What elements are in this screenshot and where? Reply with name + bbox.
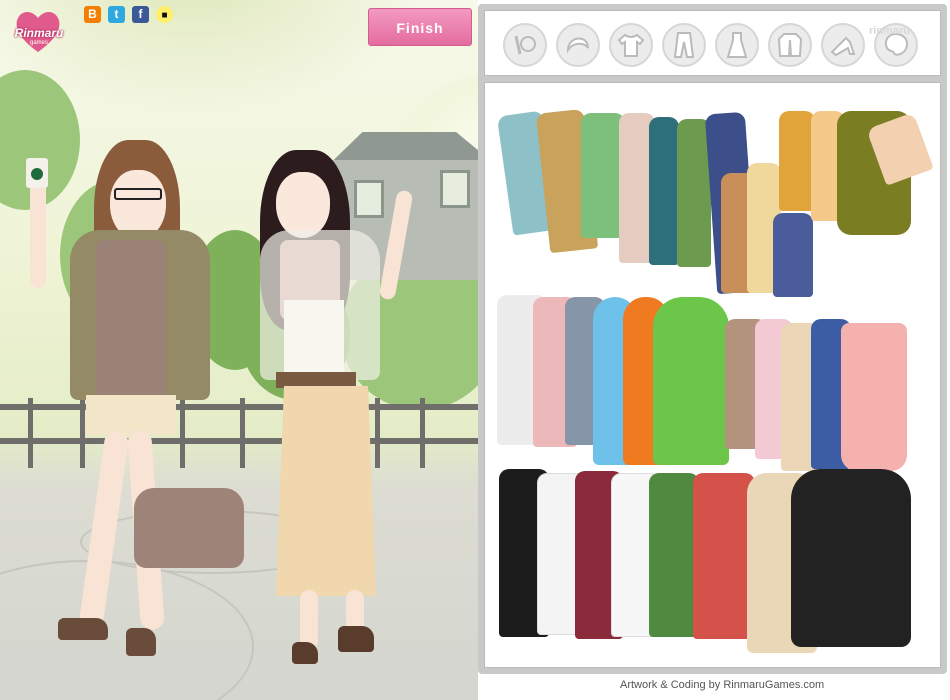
top-item-amber[interactable]: [779, 111, 815, 211]
stop-icon[interactable]: ■: [156, 6, 173, 23]
shorts-cream: [86, 395, 176, 435]
shoe: [58, 618, 108, 640]
tank-item-salmon[interactable]: [841, 323, 907, 471]
tab-jackets[interactable]: [768, 23, 812, 67]
shirt-item-green-ruffle[interactable]: [649, 473, 699, 637]
shoe: [126, 628, 156, 656]
shirt-item-black-lace[interactable]: [791, 469, 911, 647]
sandal: [338, 626, 374, 652]
glasses: [114, 188, 162, 200]
house-window: [440, 170, 470, 208]
arm: [378, 189, 414, 301]
category-toolbar: rinmaru: [484, 10, 941, 76]
wardrobe-panel: rinmaru: [478, 4, 947, 674]
logo-text: Rinmaru: [14, 26, 64, 40]
face: [276, 172, 330, 238]
credit-text: Artwork & Coding by RinmaruGames.com: [620, 679, 825, 691]
tshirt-icon: [617, 33, 645, 57]
high-heel-icon: [830, 36, 856, 57]
belt: [276, 372, 356, 388]
sandal: [292, 642, 318, 664]
handbag: [134, 488, 244, 568]
dressup-scene: Rinmaru games B t f ■ Finish: [0, 0, 478, 700]
model-right: [240, 150, 440, 670]
stop-glyph: ■: [161, 10, 168, 21]
clothing-grid: [484, 82, 941, 668]
pants-icon: [673, 32, 695, 58]
jacket-icon: [777, 33, 803, 57]
tab-hair[interactable]: [556, 23, 600, 67]
top-item-teal-lace[interactable]: [649, 117, 679, 265]
hair-icon: [566, 37, 589, 54]
tab-dresses[interactable]: [715, 23, 759, 67]
tab-accessories[interactable]: [503, 23, 547, 67]
shirt-item-red-button[interactable]: [693, 473, 755, 639]
model-left: [26, 140, 244, 660]
leg: [300, 590, 318, 650]
facebook-icon[interactable]: f: [132, 6, 149, 23]
twitter-icon[interactable]: t: [108, 6, 125, 23]
blogger-icon[interactable]: B: [84, 6, 101, 23]
tab-shoes[interactable]: [821, 23, 865, 67]
leg: [78, 429, 130, 631]
logo-subtext: games: [29, 40, 48, 46]
coffee-cup: [26, 158, 48, 188]
watermark: rinmaru: [869, 25, 910, 37]
makeup-icon: [514, 35, 536, 55]
top-taupe: [96, 240, 166, 400]
skirt-beige: [276, 386, 376, 596]
top-item-navy-stripe[interactable]: [773, 213, 813, 297]
rinmaru-logo[interactable]: Rinmaru games: [4, 6, 68, 58]
finish-button[interactable]: Finish: [368, 8, 472, 46]
dress-icon: [726, 32, 748, 58]
tab-tops[interactable]: [609, 23, 653, 67]
tab-pants[interactable]: [662, 23, 706, 67]
top-white: [284, 300, 344, 380]
dress-item-green[interactable]: [653, 297, 729, 465]
